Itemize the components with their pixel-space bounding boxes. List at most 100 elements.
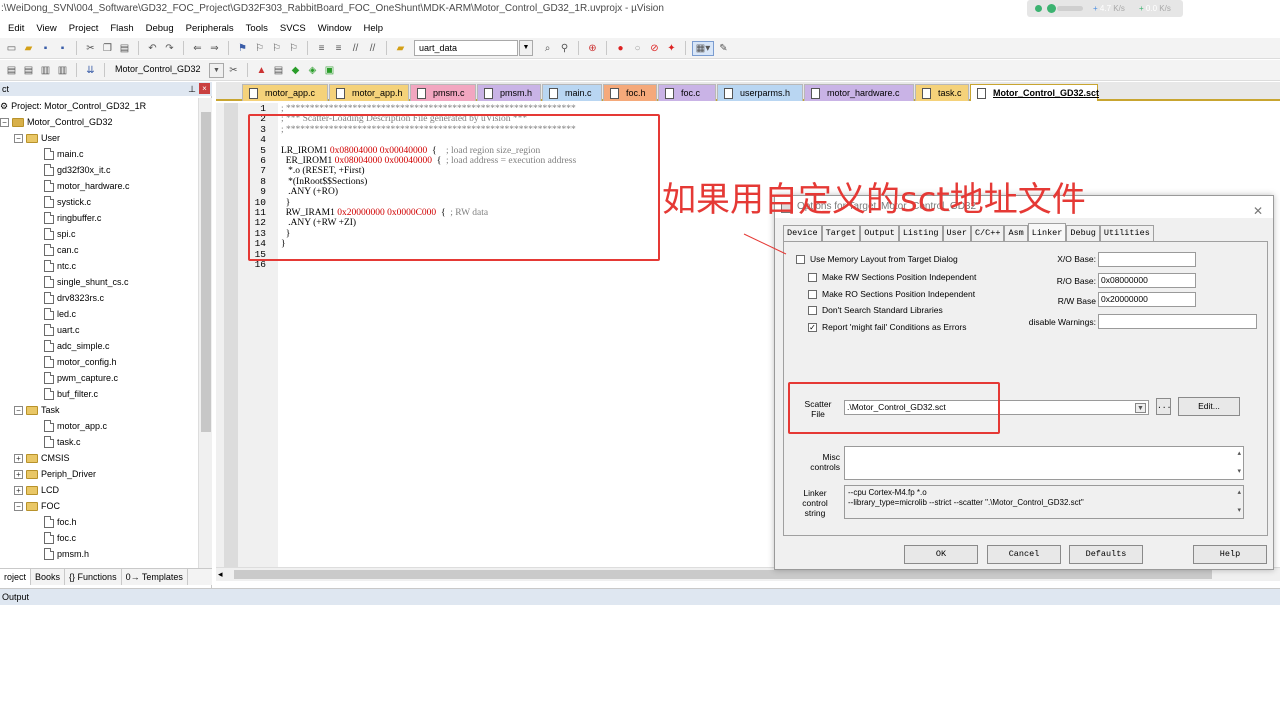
dialog-tab-asm[interactable]: Asm: [1004, 225, 1028, 241]
group-lcd[interactable]: + LCD: [14, 482, 59, 498]
tree-file-item[interactable]: pwm_capture.c: [44, 370, 118, 386]
editor-tab-task-c[interactable]: task.c: [915, 84, 969, 101]
paste-icon[interactable]: ▤: [117, 41, 132, 56]
breakpoint-icon[interactable]: ●: [613, 41, 628, 56]
tree-file-item[interactable]: single_shunt_cs.c: [44, 274, 129, 290]
save-all-icon[interactable]: ▪: [55, 41, 70, 56]
tree-file-item[interactable]: gd32f30x_it.c: [44, 162, 111, 178]
scroll-down-icon[interactable]: ▾: [1237, 467, 1241, 477]
bookmark-icon[interactable]: ⚑: [235, 41, 250, 56]
uncomment-icon[interactable]: //: [365, 41, 380, 56]
tree-file-item[interactable]: spi.c: [44, 226, 76, 242]
project-panel-tab-0[interactable]: roject: [0, 569, 32, 585]
group-foc[interactable]: − FOC: [14, 498, 60, 514]
group-task[interactable]: − Task: [14, 402, 60, 418]
scroll-up-icon[interactable]: ▴: [1237, 488, 1241, 498]
cut-icon[interactable]: ✂: [83, 41, 98, 56]
editor-tab-motor-app-h[interactable]: motor_app.h: [329, 84, 409, 101]
scroll-down-icon[interactable]: ▾: [1237, 506, 1241, 516]
close-icon[interactable]: ×: [199, 83, 210, 94]
collapse-icon[interactable]: −: [0, 117, 9, 127]
editor-tab-foc-c[interactable]: foc.c: [658, 84, 716, 101]
tree-file-item[interactable]: can.c: [44, 242, 79, 258]
scatter-edit-button[interactable]: Edit...: [1178, 397, 1240, 416]
ro-base-input[interactable]: 0x08000000: [1098, 273, 1196, 288]
bookmark-clear-icon[interactable]: ⚐: [286, 41, 301, 56]
project-panel-tab-2[interactable]: {} Functions: [65, 569, 122, 585]
disable-warnings-input[interactable]: [1098, 314, 1257, 329]
target-combo[interactable]: Motor_Control_GD32: [111, 62, 207, 78]
nav-forward-icon[interactable]: ⇒: [207, 41, 222, 56]
tree-file-item[interactable]: led.c: [44, 306, 76, 322]
rebuild-icon[interactable]: ▥: [38, 63, 53, 78]
rw-base-input[interactable]: 0x20000000: [1098, 292, 1196, 307]
group-user[interactable]: − User: [14, 130, 60, 146]
group-cmsis[interactable]: + CMSIS: [14, 450, 70, 466]
tree-file-item[interactable]: adc_simple.c: [44, 338, 110, 354]
editor-tab-userparms-h[interactable]: userparms.h: [717, 84, 803, 101]
editor-tab-motor-hardware-c[interactable]: motor_hardware.c: [804, 84, 914, 101]
editor-tab-main-c[interactable]: main.c: [542, 84, 602, 101]
undo-icon[interactable]: ↶: [145, 41, 160, 56]
translate-icon[interactable]: ▤: [4, 63, 19, 78]
find-icon[interactable]: ⌕: [540, 41, 555, 56]
tree-scrollbar[interactable]: [198, 98, 212, 574]
group-periph_driver[interactable]: + Periph_Driver: [14, 466, 96, 482]
indent-icon[interactable]: ≡: [314, 41, 329, 56]
menu-flash[interactable]: Flash: [110, 23, 133, 34]
project-panel-tab-3[interactable]: 0→ Templates: [122, 569, 188, 585]
nav-back-icon[interactable]: ⇐: [190, 41, 205, 56]
menu-window[interactable]: Window: [318, 23, 352, 34]
checkbox-1[interactable]: Make RW Sections Position Independent: [808, 272, 976, 282]
editor-tab-motor-control-gd32-sct[interactable]: Motor_Control_GD32.sct: [970, 84, 1099, 101]
pack-installer-icon[interactable]: ◈: [305, 63, 320, 78]
unindent-icon[interactable]: ≡: [331, 41, 346, 56]
run-time-env-icon[interactable]: ▣: [322, 63, 337, 78]
scroll-left-icon[interactable]: ◂: [218, 569, 223, 580]
expand-icon[interactable]: +: [14, 485, 23, 495]
defaults-button[interactable]: Defaults: [1069, 545, 1143, 564]
tree-file-item[interactable]: motor_config.h: [44, 354, 117, 370]
dialog-tab-target[interactable]: Target: [821, 225, 861, 241]
menu-help[interactable]: Help: [364, 23, 384, 34]
tree-file-item[interactable]: motor_hardware.c: [44, 178, 130, 194]
target-options-icon[interactable]: ✂: [226, 63, 241, 78]
project-panel-tab-1[interactable]: Books: [31, 569, 66, 585]
misc-controls-input[interactable]: ▴ ▾: [844, 446, 1244, 480]
project-root[interactable]: ⚙ Project: Motor_Control_GD32_1R: [0, 98, 146, 114]
tree-file-item[interactable]: ringbuffer.c: [44, 210, 101, 226]
manage-components-icon[interactable]: ▤: [271, 63, 286, 78]
breakpoint-clear-icon[interactable]: ⊘: [647, 41, 662, 56]
checkbox-unchecked-icon[interactable]: [808, 272, 817, 282]
chevron-down-icon[interactable]: ▼: [519, 40, 533, 56]
select-packs-icon[interactable]: ◆: [288, 63, 303, 78]
collapse-icon[interactable]: −: [14, 405, 23, 415]
cancel-button[interactable]: Cancel: [987, 545, 1061, 564]
checkbox-unchecked-icon[interactable]: [796, 254, 805, 264]
chevron-down-icon[interactable]: ▼: [209, 62, 224, 78]
editor-tab-motor-app-c[interactable]: motor_app.c: [242, 84, 328, 101]
tree-file-item[interactable]: systick.c: [44, 194, 91, 210]
checkbox-unchecked-icon[interactable]: [808, 289, 817, 299]
window-layout-icon[interactable]: ▦▾: [692, 40, 714, 56]
close-icon[interactable]: ✕: [1253, 200, 1263, 222]
collapse-icon[interactable]: −: [14, 501, 23, 511]
copy-icon[interactable]: ❐: [100, 41, 115, 56]
tree-file-item[interactable]: pmsm.h: [44, 546, 89, 562]
checkbox-unchecked-icon[interactable]: [808, 305, 817, 315]
menu-view[interactable]: View: [36, 23, 56, 34]
scroll-up-icon[interactable]: ▴: [1237, 449, 1241, 459]
tree-file-item[interactable]: task.c: [44, 434, 81, 450]
dialog-tab-linker[interactable]: Linker: [1027, 223, 1067, 241]
breakpoint-kill-icon[interactable]: ✦: [664, 41, 679, 56]
expand-icon[interactable]: +: [14, 453, 23, 463]
help-button[interactable]: Help: [1193, 545, 1267, 564]
build-icon[interactable]: ▤: [21, 63, 36, 78]
scatter-browse-button[interactable]: ...: [1156, 398, 1171, 415]
pin-icon[interactable]: ⊥: [188, 82, 196, 96]
batch-build-icon[interactable]: ▥: [55, 63, 70, 78]
breakpoint-disable-icon[interactable]: ○: [630, 41, 645, 56]
menu-edit[interactable]: Edit: [8, 23, 24, 34]
checkbox-3[interactable]: Don't Search Standard Libraries: [808, 305, 943, 315]
dialog-tab-output[interactable]: Output: [860, 225, 899, 241]
